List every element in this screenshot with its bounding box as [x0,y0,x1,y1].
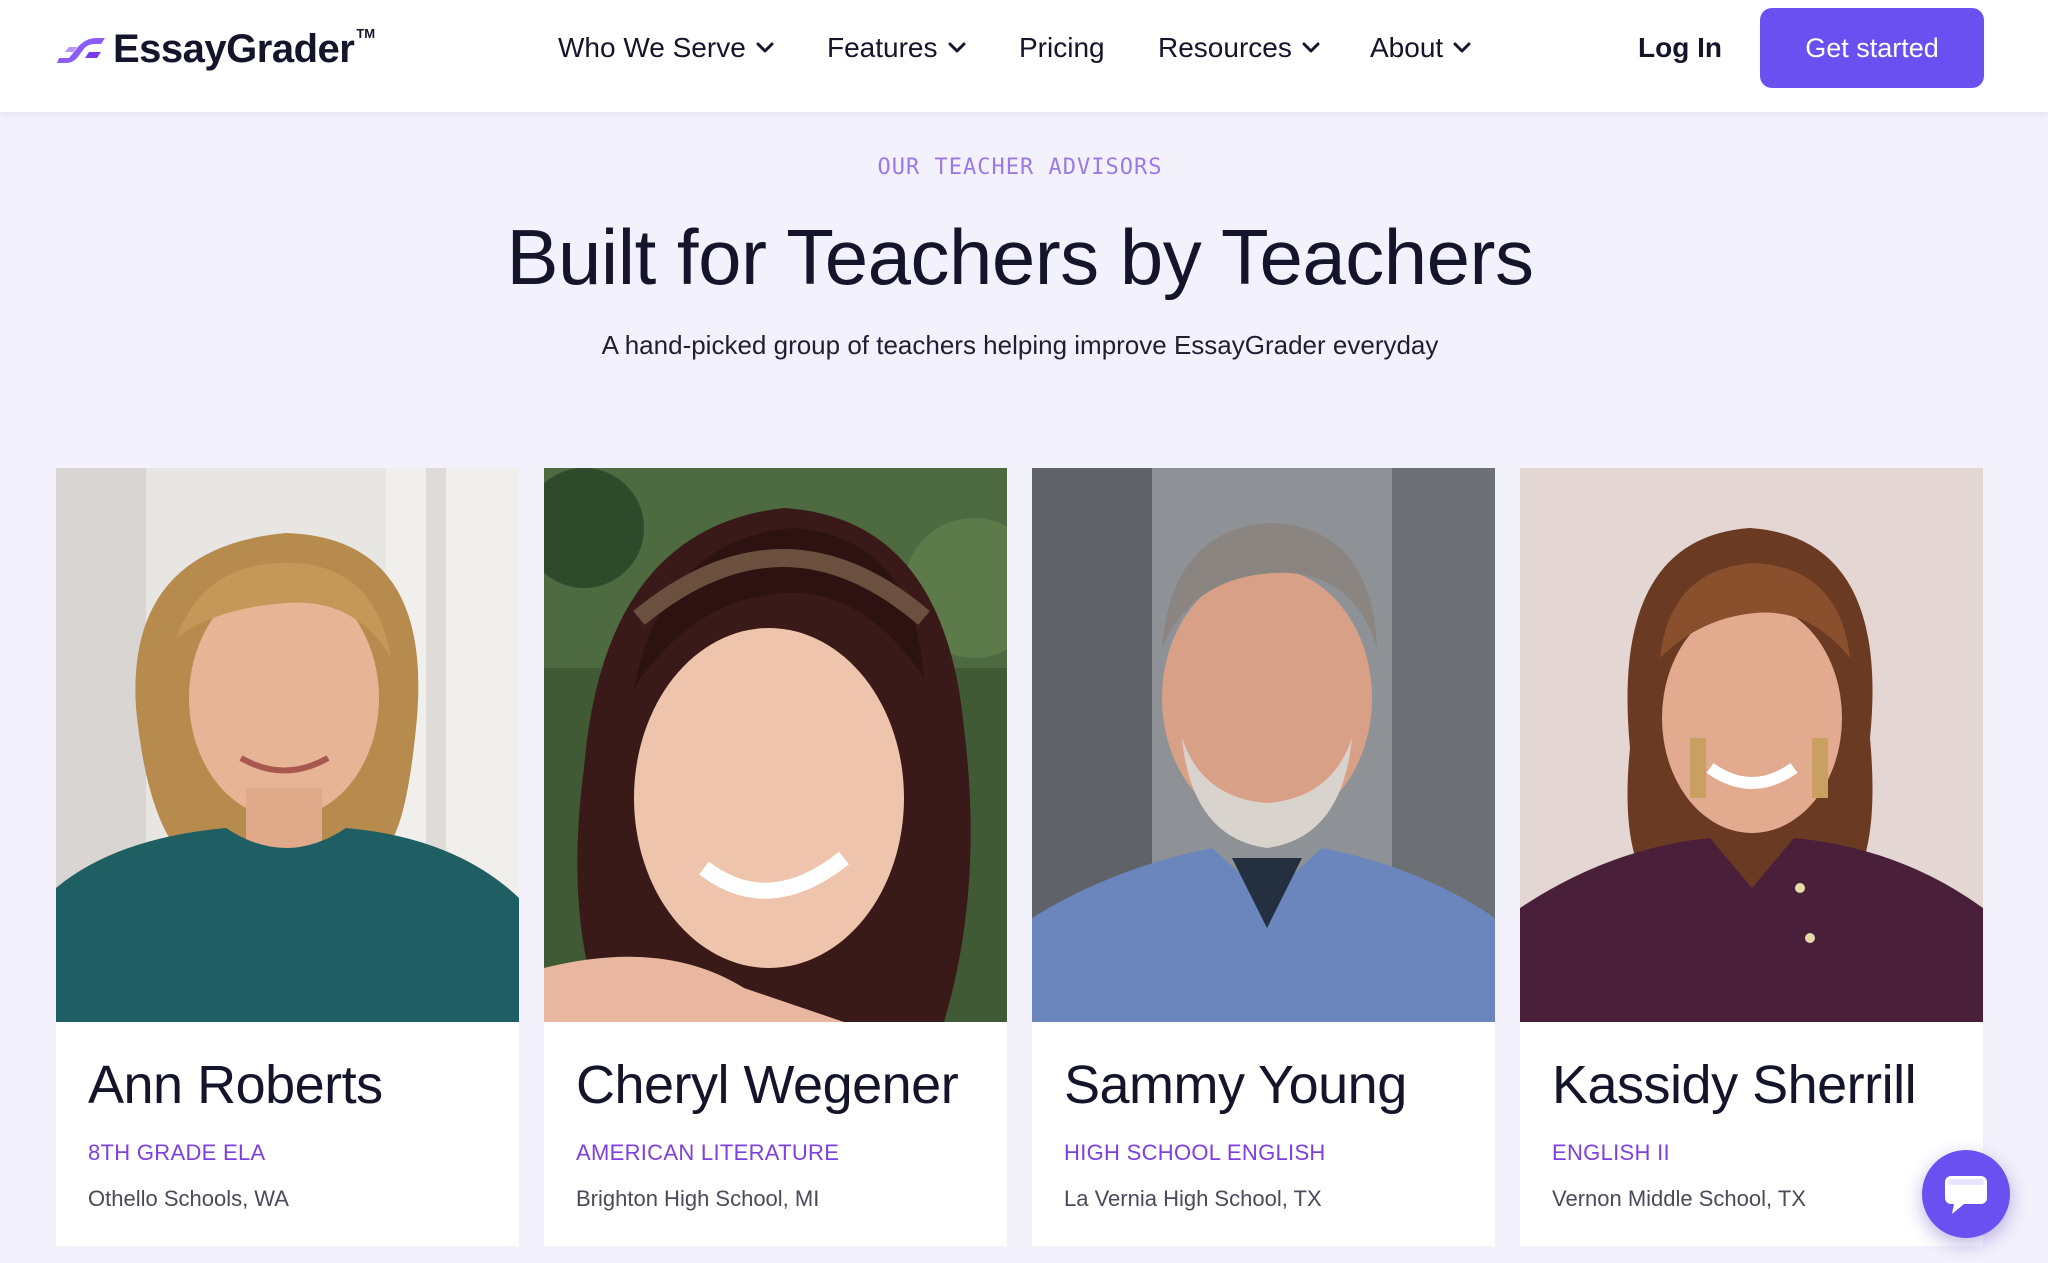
advisor-subject: HIGH SCHOOL ENGLISH [1064,1140,1326,1165]
advisor-subject: ENGLISH II [1552,1140,1670,1165]
advisor-subject: 8TH GRADE ELA [88,1140,266,1165]
chevron-down-icon [948,42,965,53]
advisor-name: Cheryl Wegener [576,1055,959,1115]
nav-label: Resources [1158,32,1292,63]
advisor-card: Ann Roberts 8TH GRADE ELA Othello School… [56,468,519,1246]
section-eyebrow: OUR TEACHER ADVISORS [877,155,1163,180]
site-header: EssayGrader TM Who We Serve Features Pri… [0,0,2048,112]
advisor-photo [56,468,519,1022]
login-link[interactable]: Log In [1638,30,1722,66]
nav-pricing[interactable]: Pricing [1019,30,1105,66]
nav-label: Who We Serve [558,32,746,63]
nav-label: About [1370,32,1444,63]
main-nav: Who We Serve Features Pricing Resources … [0,0,2048,96]
chat-launcher-button[interactable] [1922,1150,2010,1238]
chat-bubble-icon [1945,1176,1987,1214]
nav-about[interactable]: About [1370,30,1471,66]
advisor-photo [544,468,1007,1022]
advisor-school: Brighton High School, MI [576,1186,820,1211]
section-title: Built for Teachers by Teachers [506,213,1535,301]
advisor-card: Kassidy Sherrill ENGLISH II Vernon Middl… [1520,468,1983,1246]
nav-features[interactable]: Features [827,30,966,66]
advisor-name: Ann Roberts [88,1055,383,1115]
get-started-button[interactable]: Get started [1760,8,1984,88]
chevron-down-icon [756,42,774,53]
advisor-name: Kassidy Sherrill [1552,1055,1917,1115]
nav-resources[interactable]: Resources [1158,30,1320,66]
chevron-down-icon [1302,42,1320,53]
chevron-down-icon [1453,42,1471,53]
advisor-card: Sammy Young HIGH SCHOOL ENGLISH La Verni… [1032,468,1495,1246]
advisor-photo [1520,468,1983,1022]
advisor-card: Cheryl Wegener AMERICAN LITERATURE Brigh… [544,468,1007,1246]
nav-label: Pricing [1019,32,1105,63]
section-subtitle: A hand-picked group of teachers helping … [601,330,1439,360]
advisor-photo [1032,468,1495,1022]
advisor-subject: AMERICAN LITERATURE [576,1140,840,1165]
advisor-school: La Vernia High School, TX [1064,1186,1322,1211]
advisor-school: Vernon Middle School, TX [1552,1186,1806,1211]
advisor-name: Sammy Young [1064,1055,1407,1115]
advisor-school: Othello Schools, WA [88,1186,289,1211]
nav-label: Features [827,32,938,63]
nav-who-we-serve[interactable]: Who We Serve [558,30,774,66]
